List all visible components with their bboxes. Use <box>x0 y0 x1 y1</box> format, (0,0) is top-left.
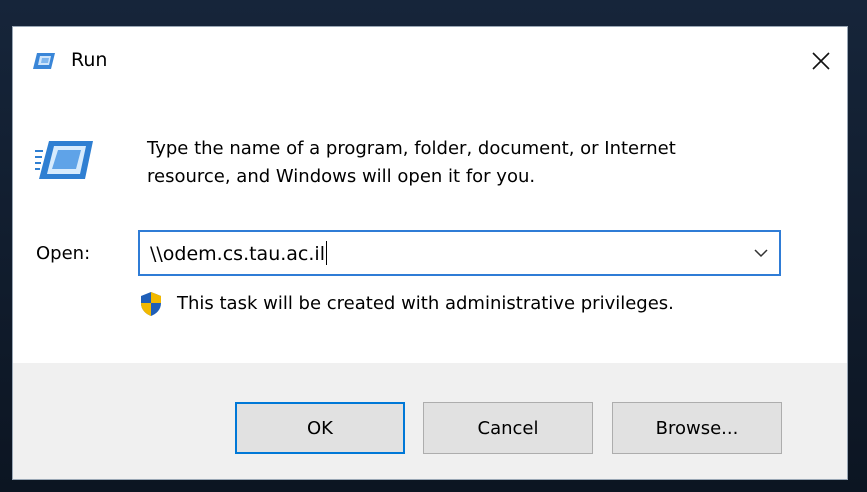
chevron-down-icon[interactable] <box>753 247 769 259</box>
instruction-line: resource, and Windows will open it for y… <box>147 166 536 187</box>
cancel-button[interactable]: Cancel <box>423 402 593 454</box>
run-icon <box>33 53 55 69</box>
browse-button-label: Browse... <box>655 417 739 439</box>
close-icon <box>812 52 830 70</box>
title-bar: Run <box>13 27 847 95</box>
open-input-value: \\odem.cs.tau.ac.il <box>150 243 325 265</box>
open-input[interactable]: \\odem.cs.tau.ac.il <box>150 241 327 265</box>
ok-button-label: OK <box>307 417 333 439</box>
close-button[interactable] <box>801 41 841 81</box>
open-label: Open: <box>36 243 91 264</box>
uac-shield-icon <box>141 292 161 316</box>
browse-button[interactable]: Browse... <box>612 402 782 454</box>
open-combobox[interactable]: \\odem.cs.tau.ac.il <box>138 230 781 276</box>
run-dialog: Run Type the name of a program, folder, … <box>12 26 848 480</box>
run-icon <box>35 141 93 179</box>
window-title: Run <box>71 49 108 71</box>
instruction-line: Type the name of a program, folder, docu… <box>147 138 676 159</box>
cancel-button-label: Cancel <box>477 417 539 439</box>
ok-button[interactable]: OK <box>235 402 405 454</box>
admin-privileges-note: This task will be created with administr… <box>177 293 674 314</box>
text-caret <box>325 241 327 265</box>
instruction-text: Type the name of a program, folder, docu… <box>147 135 827 191</box>
